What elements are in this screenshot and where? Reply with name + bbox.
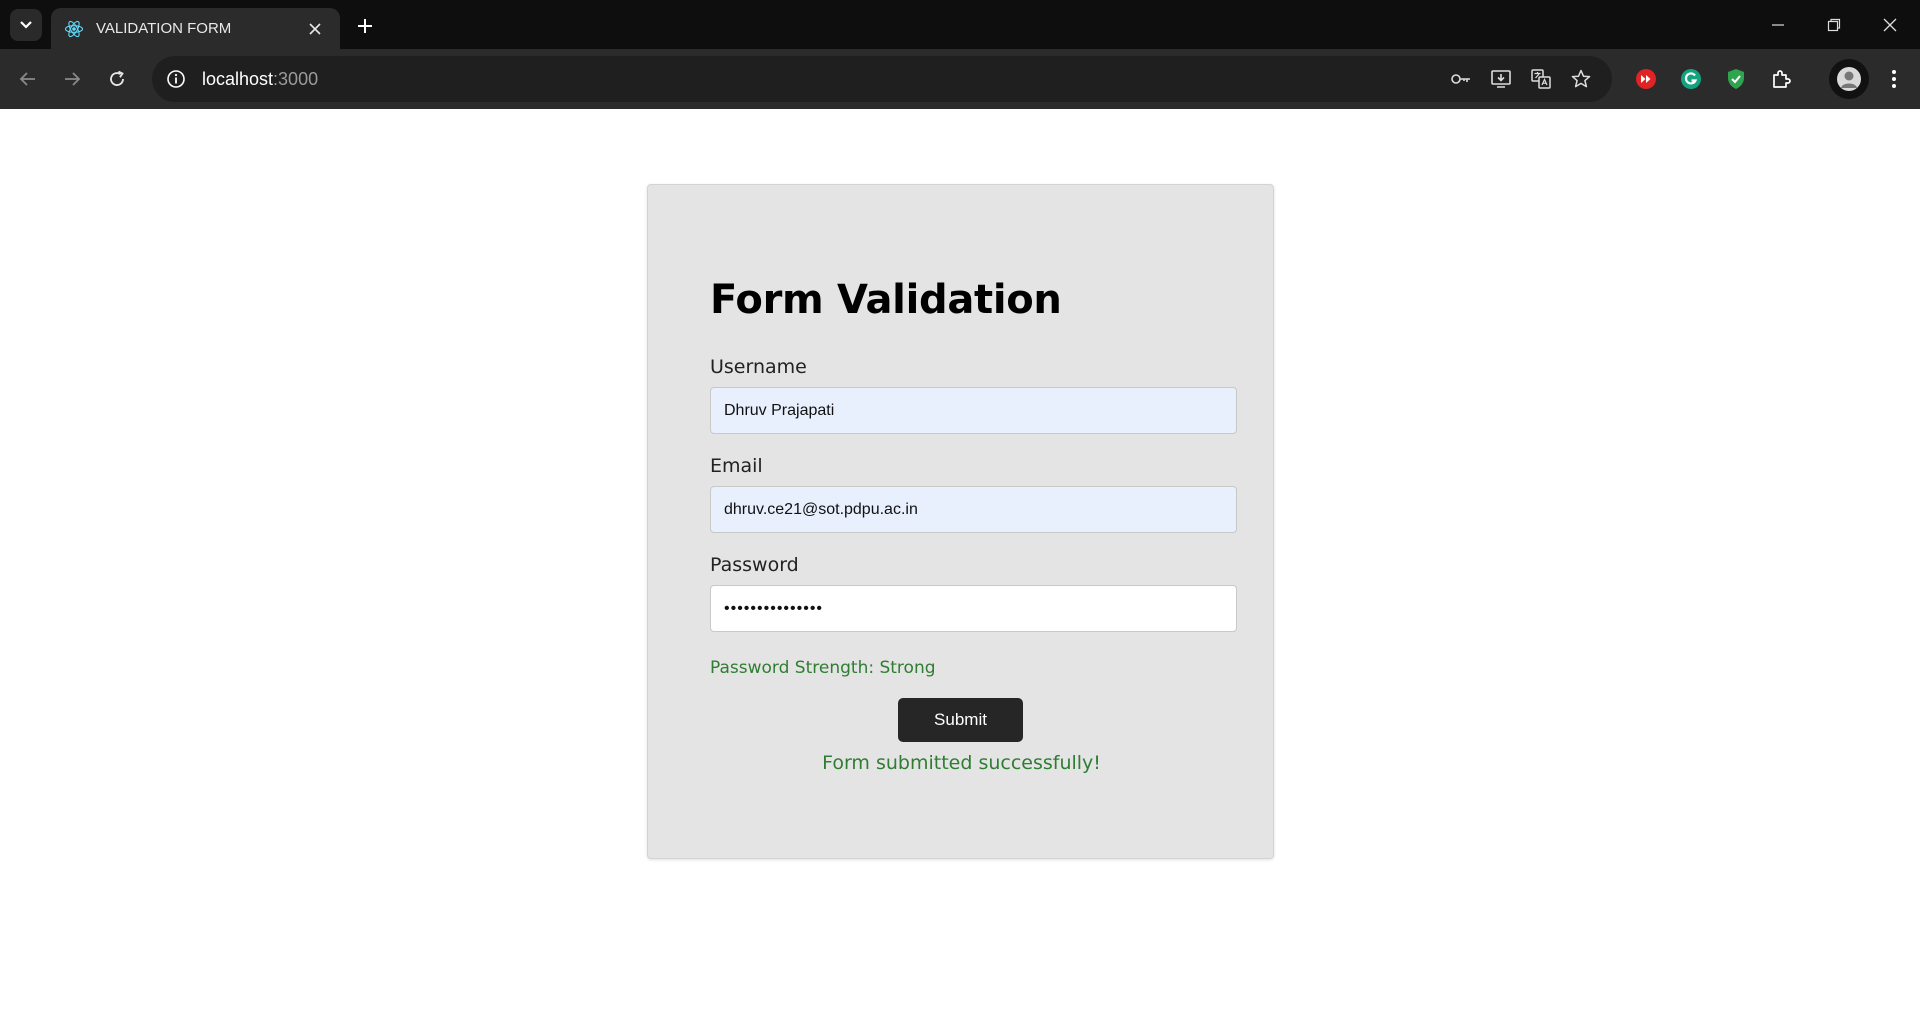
extension-shield[interactable] [1719, 62, 1753, 96]
password-input[interactable]: ••••••••••••••• [710, 585, 1237, 632]
info-icon [167, 70, 185, 88]
back-button[interactable] [11, 62, 45, 96]
tab-title: VALIDATION FORM [96, 20, 232, 37]
star-icon [1571, 69, 1591, 88]
reload-button[interactable] [100, 62, 134, 96]
plus-icon [358, 19, 372, 33]
tab-search-button[interactable] [10, 9, 42, 41]
email-input[interactable]: dhruv.ce21@sot.pdpu.ac.in [710, 486, 1237, 533]
reload-icon [110, 70, 124, 86]
kebab-menu-icon [1892, 70, 1896, 88]
active-tab[interactable]: VALIDATION FORM [51, 8, 340, 49]
form-card: Form Validation Username Dhruv Prajapati… [647, 184, 1274, 859]
react-logo-icon [64, 20, 84, 37]
bookmark-button[interactable] [1565, 63, 1597, 95]
chevron-down-icon [20, 21, 32, 29]
extension-fast-forward[interactable] [1629, 62, 1663, 96]
email-label: Email [710, 455, 763, 477]
extensions-menu-button[interactable] [1764, 62, 1798, 96]
submit-button[interactable]: Submit [898, 698, 1023, 742]
site-info-button[interactable] [160, 63, 192, 95]
close-icon [309, 22, 321, 35]
password-strength-text: Password Strength: Strong [710, 658, 936, 678]
profile-icon [1837, 67, 1861, 91]
translate-icon [1531, 69, 1551, 89]
fast-forward-icon [1636, 69, 1656, 89]
url-port: :3000 [273, 68, 319, 89]
browser-toolbar: localhost:3000 [0, 49, 1920, 109]
shield-icon [1728, 69, 1744, 89]
restore-button[interactable] [1806, 0, 1862, 49]
puzzle-icon [1773, 70, 1791, 88]
grammarly-icon [1681, 69, 1701, 89]
tab-close-button[interactable] [304, 18, 326, 40]
tab-strip: VALIDATION FORM [0, 0, 1920, 49]
translate-button[interactable] [1525, 63, 1557, 95]
arrow-left-icon [19, 72, 35, 86]
forward-button[interactable] [55, 62, 89, 96]
password-key-button[interactable] [1445, 63, 1477, 95]
username-input[interactable]: Dhruv Prajapati [710, 387, 1237, 434]
close-icon [1883, 18, 1897, 31]
address-bar[interactable]: localhost:3000 [152, 56, 1612, 102]
restore-icon [1827, 18, 1841, 31]
profile-avatar[interactable] [1829, 59, 1869, 99]
username-label: Username [710, 356, 807, 378]
minimize-button[interactable] [1750, 0, 1806, 49]
install-app-button[interactable] [1485, 63, 1517, 95]
minimize-icon [1772, 23, 1784, 26]
close-window-button[interactable] [1862, 0, 1918, 49]
key-icon [1451, 74, 1470, 84]
url-host: localhost [202, 68, 274, 89]
new-tab-button[interactable] [351, 12, 379, 40]
browser-menu-button[interactable] [1877, 62, 1911, 96]
success-message: Form submitted successfully! [822, 752, 1101, 774]
arrow-right-icon [65, 72, 81, 86]
url-text: localhost:3000 [202, 69, 318, 90]
page-title: Form Validation [710, 277, 1062, 323]
password-label: Password [710, 554, 799, 576]
extension-grammarly[interactable] [1674, 62, 1708, 96]
install-icon [1491, 70, 1511, 88]
